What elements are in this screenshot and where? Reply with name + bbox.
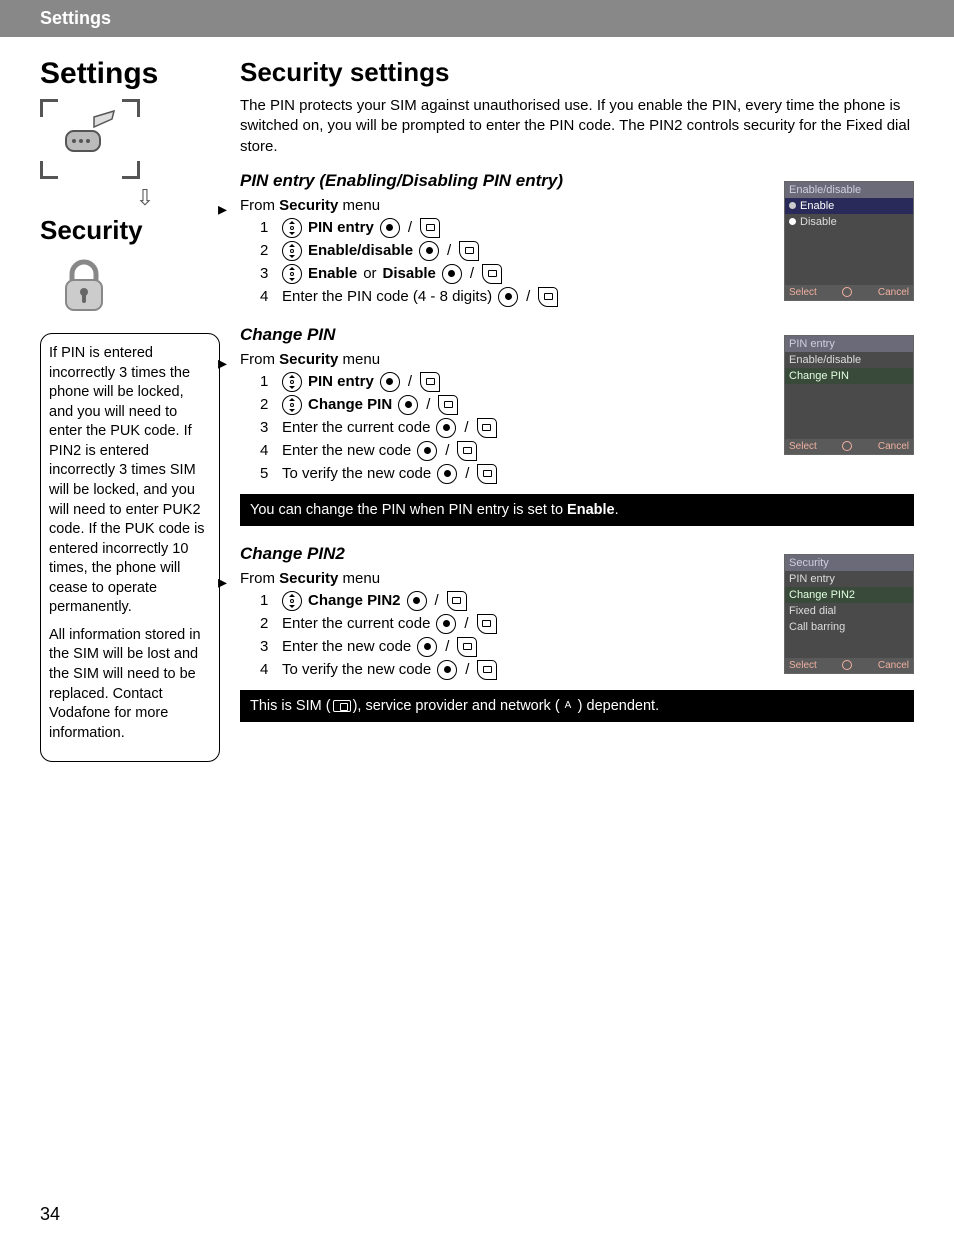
settings-icon bbox=[40, 99, 140, 179]
sidebar-title: Settings bbox=[40, 57, 220, 91]
padlock-icon bbox=[60, 258, 110, 318]
flow-arrow-icon: ▸ bbox=[218, 572, 227, 593]
screenshot-title: Enable/disable bbox=[785, 182, 913, 198]
antenna-icon bbox=[562, 699, 576, 713]
nav-key-icon bbox=[282, 395, 302, 415]
softkey-icon bbox=[438, 395, 458, 415]
screenshot-title: PIN entry bbox=[785, 336, 913, 352]
info-note: You can change the PIN when PIN entry is… bbox=[240, 494, 914, 526]
flow-arrow-icon: ▸ bbox=[218, 199, 227, 220]
section-change-pin: ▸ Change PIN From Security menu 1 PIN en… bbox=[240, 325, 914, 526]
sidebar: Settings ⇩ Security If PIN is entered in… bbox=[40, 57, 220, 762]
center-key-icon bbox=[436, 418, 456, 438]
main-content: Security settings The PIN protects your … bbox=[240, 57, 914, 762]
center-key-icon bbox=[417, 441, 437, 461]
softkey-icon bbox=[447, 591, 467, 611]
screenshot-softkeys: SelectCancel bbox=[785, 658, 913, 673]
softkey-icon bbox=[477, 660, 497, 680]
sidebar-note: If PIN is entered incorrectly 3 times th… bbox=[40, 333, 220, 762]
nav-key-icon bbox=[282, 372, 302, 392]
center-key-icon bbox=[380, 218, 400, 238]
flow-arrow-icon: ▸ bbox=[218, 353, 227, 374]
center-key-icon bbox=[417, 637, 437, 657]
nav-key-icon bbox=[282, 591, 302, 611]
softkey-icon bbox=[538, 287, 558, 307]
center-key-icon bbox=[436, 614, 456, 634]
header-title: Settings bbox=[40, 8, 111, 28]
softkey-icon bbox=[457, 441, 477, 461]
center-key-icon bbox=[498, 287, 518, 307]
softkey-icon bbox=[477, 464, 497, 484]
nav-key-icon bbox=[282, 218, 302, 238]
screenshot-row: Change PIN2 bbox=[785, 587, 913, 603]
screenshot-title: Security bbox=[785, 555, 913, 571]
note-paragraph-1: If PIN is entered incorrectly 3 times th… bbox=[49, 344, 211, 618]
screenshot-row: PIN entry bbox=[785, 571, 913, 587]
page-body: Settings ⇩ Security If PIN is entered in… bbox=[0, 37, 954, 762]
section-change-pin2: ▸ Change PIN2 From Security menu 1 Chang… bbox=[240, 544, 914, 722]
screenshot-row: Change PIN bbox=[785, 368, 913, 384]
down-arrow-icon: ⇩ bbox=[70, 185, 220, 211]
softkey-icon bbox=[420, 372, 440, 392]
phone-screenshot: PIN entry Enable/disable Change PIN Sele… bbox=[784, 335, 914, 455]
center-key-icon bbox=[437, 660, 457, 680]
center-key-icon bbox=[380, 372, 400, 392]
section-pin-entry: ▸ PIN entry (Enabling/Disabling PIN entr… bbox=[240, 171, 914, 307]
screenshot-softkeys: SelectCancel bbox=[785, 439, 913, 454]
note-paragraph-2: All information stored in the SIM will b… bbox=[49, 626, 211, 743]
softkey-icon bbox=[482, 264, 502, 284]
sidebar-subtitle: Security bbox=[40, 215, 220, 246]
softkey-icon bbox=[457, 637, 477, 657]
nav-key-icon bbox=[282, 264, 302, 284]
screenshot-row: Call barring bbox=[785, 619, 913, 635]
page-number: 34 bbox=[40, 1204, 60, 1225]
softkey-icon bbox=[459, 241, 479, 261]
screenshot-row: Fixed dial bbox=[785, 603, 913, 619]
center-key-icon bbox=[407, 591, 427, 611]
phone-pen-icon bbox=[54, 109, 124, 164]
screenshot-row: Enable bbox=[785, 198, 913, 214]
header-bar: Settings bbox=[0, 0, 954, 37]
softkey-icon bbox=[477, 418, 497, 438]
center-key-icon bbox=[437, 464, 457, 484]
screenshot-row: Disable bbox=[785, 214, 913, 230]
center-key-icon bbox=[442, 264, 462, 284]
softkey-icon bbox=[420, 218, 440, 238]
screenshot-row: Enable/disable bbox=[785, 352, 913, 368]
phone-screenshot: Enable/disable Enable Disable SelectCanc… bbox=[784, 181, 914, 301]
phone-screenshot: Security PIN entry Change PIN2 Fixed dia… bbox=[784, 554, 914, 674]
softkey-icon bbox=[477, 614, 497, 634]
nav-key-icon bbox=[282, 241, 302, 261]
main-title: Security settings bbox=[240, 57, 914, 88]
center-key-icon bbox=[419, 241, 439, 261]
center-key-icon bbox=[398, 395, 418, 415]
screenshot-softkeys: SelectCancel bbox=[785, 285, 913, 300]
sim-icon bbox=[333, 700, 351, 712]
step: 5 To verify the new code / bbox=[260, 464, 914, 484]
info-note: This is SIM (), service provider and net… bbox=[240, 690, 914, 722]
intro-text: The PIN protects your SIM against unauth… bbox=[240, 96, 914, 157]
